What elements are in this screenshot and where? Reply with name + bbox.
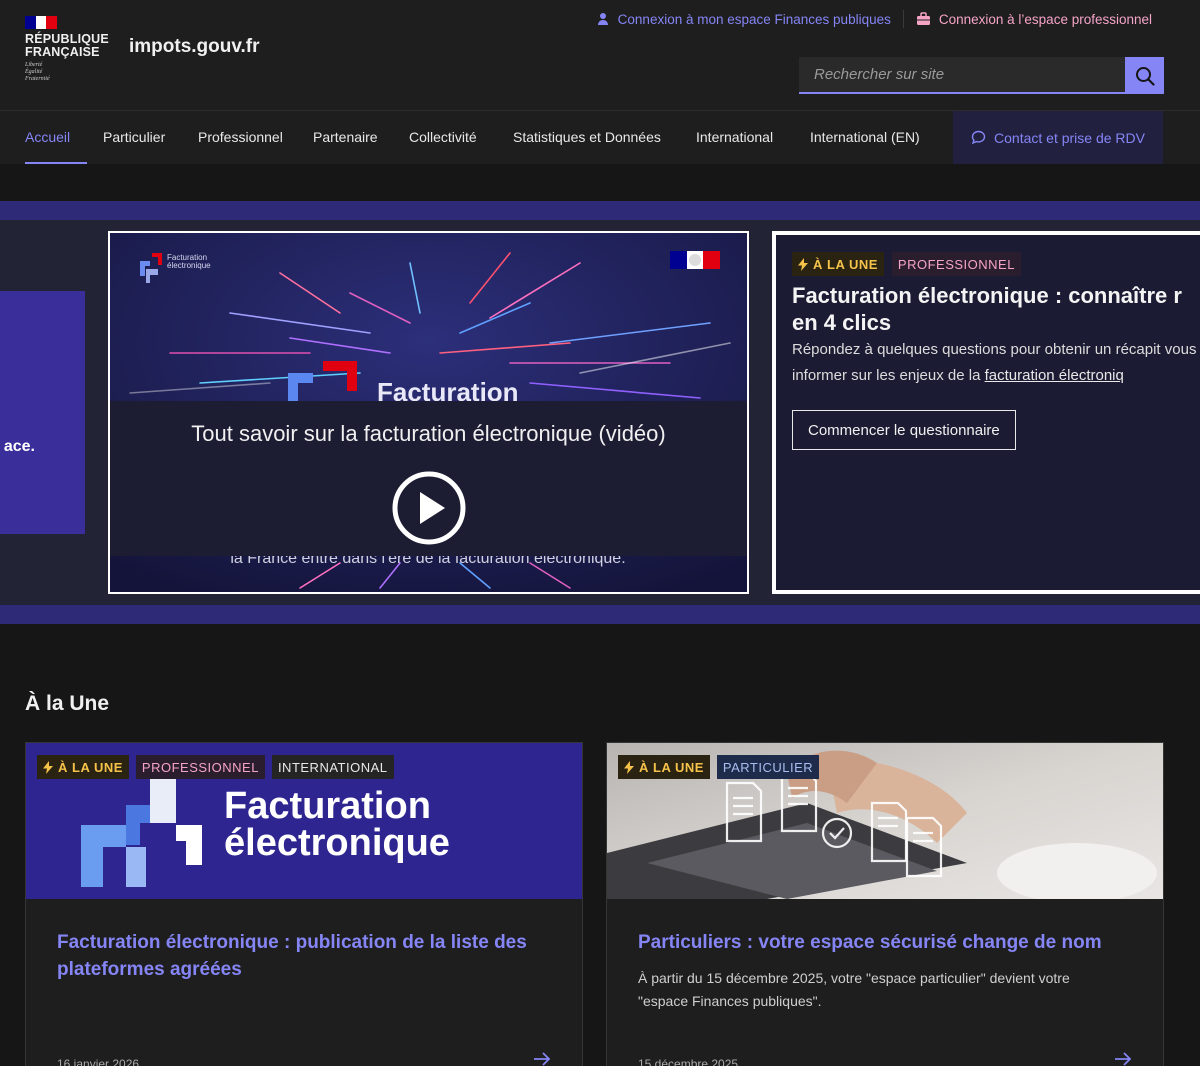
- espace-pro-label: Connexion à l’espace professionnel: [938, 11, 1152, 27]
- tag-professionnel: PROFESSIONNEL: [135, 755, 265, 779]
- feature-card: À LA UNE PROFESSIONNEL Facturation élect…: [772, 231, 1200, 594]
- nav-item-international[interactable]: International: [696, 111, 773, 164]
- video-brand-line2: électronique: [167, 261, 211, 270]
- briefcase-icon: [916, 12, 930, 25]
- banner-line2: électronique: [224, 822, 450, 864]
- arrow-right-icon: [1115, 1052, 1132, 1066]
- contact-rdv-link[interactable]: Contact et prise de RDV: [953, 111, 1163, 164]
- tag-a-la-une-label: À LA UNE: [639, 759, 704, 775]
- nav-item-professionnel[interactable]: Professionnel: [198, 111, 283, 164]
- republique-francaise-logo[interactable]: RÉPUBLIQUE FRANÇAISE Liberté Égalité Fra…: [25, 16, 109, 83]
- band-stripe-bottom: [0, 605, 1200, 624]
- feature-description: Répondez à quelques questions pour obten…: [792, 337, 1200, 389]
- tag-a-la-une: À LA UNE: [618, 755, 710, 779]
- start-questionnaire-button[interactable]: Commencer le questionnaire: [792, 410, 1016, 450]
- news-description: À partir du 15 décembre 2025, votre "esp…: [638, 970, 1070, 1009]
- nav-item-international-en[interactable]: International (EN): [810, 111, 920, 164]
- news-card[interactable]: À LA UNE PARTICULIER Particuliers : votr…: [606, 742, 1164, 1066]
- feature-title: Facturation électronique : connaître r e…: [792, 283, 1182, 335]
- feature-tags: À LA UNE PROFESSIONNEL: [792, 252, 1021, 276]
- play-icon[interactable]: [392, 471, 466, 545]
- tag-a-la-une: À LA UNE: [37, 755, 129, 779]
- marianne-flag-icon: [25, 16, 58, 29]
- nav-item-collectivite[interactable]: Collectivité: [409, 111, 477, 164]
- nav-item-accueil[interactable]: Accueil: [25, 111, 87, 164]
- lightning-icon: [43, 760, 53, 774]
- carousel-prev-slide[interactable]: ace.: [0, 291, 85, 534]
- main-navigation: Accueil Particulier Professionnel Parten…: [0, 110, 1200, 164]
- news-title[interactable]: Particuliers : votre espace sécurisé cha…: [638, 929, 1138, 956]
- tag-particulier: PARTICULIER: [716, 755, 820, 779]
- site-name[interactable]: impots.gouv.fr: [129, 36, 260, 58]
- user-icon: [597, 13, 608, 25]
- prev-slide-text: ace.: [3, 438, 35, 455]
- news-date: 16 janvier 2026: [57, 1057, 140, 1066]
- facturation-electronique-link[interactable]: facturation électroniq: [985, 367, 1124, 384]
- search-input[interactable]: [799, 57, 1125, 94]
- banner-line1: Facturation: [224, 785, 431, 827]
- search-bar: [799, 57, 1164, 94]
- nav-item-partenaire[interactable]: Partenaire: [313, 111, 378, 164]
- espace-pro-link[interactable]: Connexion à l’espace professionnel: [916, 12, 1152, 27]
- tag-a-la-une-label: À LA UNE: [813, 256, 878, 272]
- band-stripe-top: [0, 201, 1200, 220]
- news-tags: À LA UNE PARTICULIER: [618, 755, 820, 779]
- chat-bubble-icon: [971, 130, 986, 145]
- nav-item-statistiques[interactable]: Statistiques et Données: [513, 111, 661, 164]
- news-title[interactable]: Facturation électronique : publication d…: [57, 929, 557, 983]
- news-tags: À LA UNE PROFESSIONNEL INTERNATIONAL: [37, 755, 394, 779]
- republic-motto: Liberté Égalité Fraternité: [25, 62, 50, 82]
- search-button[interactable]: [1125, 57, 1164, 94]
- video-card[interactable]: Facturation électronique Facturation la …: [108, 231, 749, 594]
- espace-finances-label: Connexion à mon espace Finances publique…: [617, 11, 891, 27]
- search-icon: [1135, 66, 1155, 86]
- lightning-icon: [624, 760, 634, 774]
- nav-item-particulier[interactable]: Particulier: [103, 111, 165, 164]
- news-date: 15 décembre 2025: [638, 1057, 739, 1066]
- tag-professionnel: PROFESSIONNEL: [891, 252, 1021, 276]
- tag-international: INTERNATIONAL: [271, 755, 394, 779]
- site-header: RÉPUBLIQUE FRANÇAISE Liberté Égalité Fra…: [0, 0, 1200, 110]
- tool-links: Connexion à mon espace Finances publique…: [596, 10, 1152, 28]
- republique-logo-mini: [670, 251, 720, 269]
- republic-text: RÉPUBLIQUE FRANÇAISE: [25, 32, 109, 59]
- video-title: Tout savoir sur la facturation électroni…: [191, 421, 666, 446]
- tag-a-la-une: À LA UNE: [792, 252, 884, 276]
- news-card[interactable]: Facturation électronique À LA UNE PROFES…: [25, 742, 583, 1066]
- tag-a-la-une-label: À LA UNE: [58, 759, 123, 775]
- contact-rdv-label: Contact et prise de RDV: [994, 129, 1145, 146]
- espace-finances-link[interactable]: Connexion à mon espace Finances publique…: [596, 12, 891, 27]
- tool-separator: [902, 10, 904, 28]
- section-title: À la Une: [25, 692, 110, 715]
- arrow-right-icon: [534, 1052, 551, 1066]
- lightning-icon: [798, 257, 808, 271]
